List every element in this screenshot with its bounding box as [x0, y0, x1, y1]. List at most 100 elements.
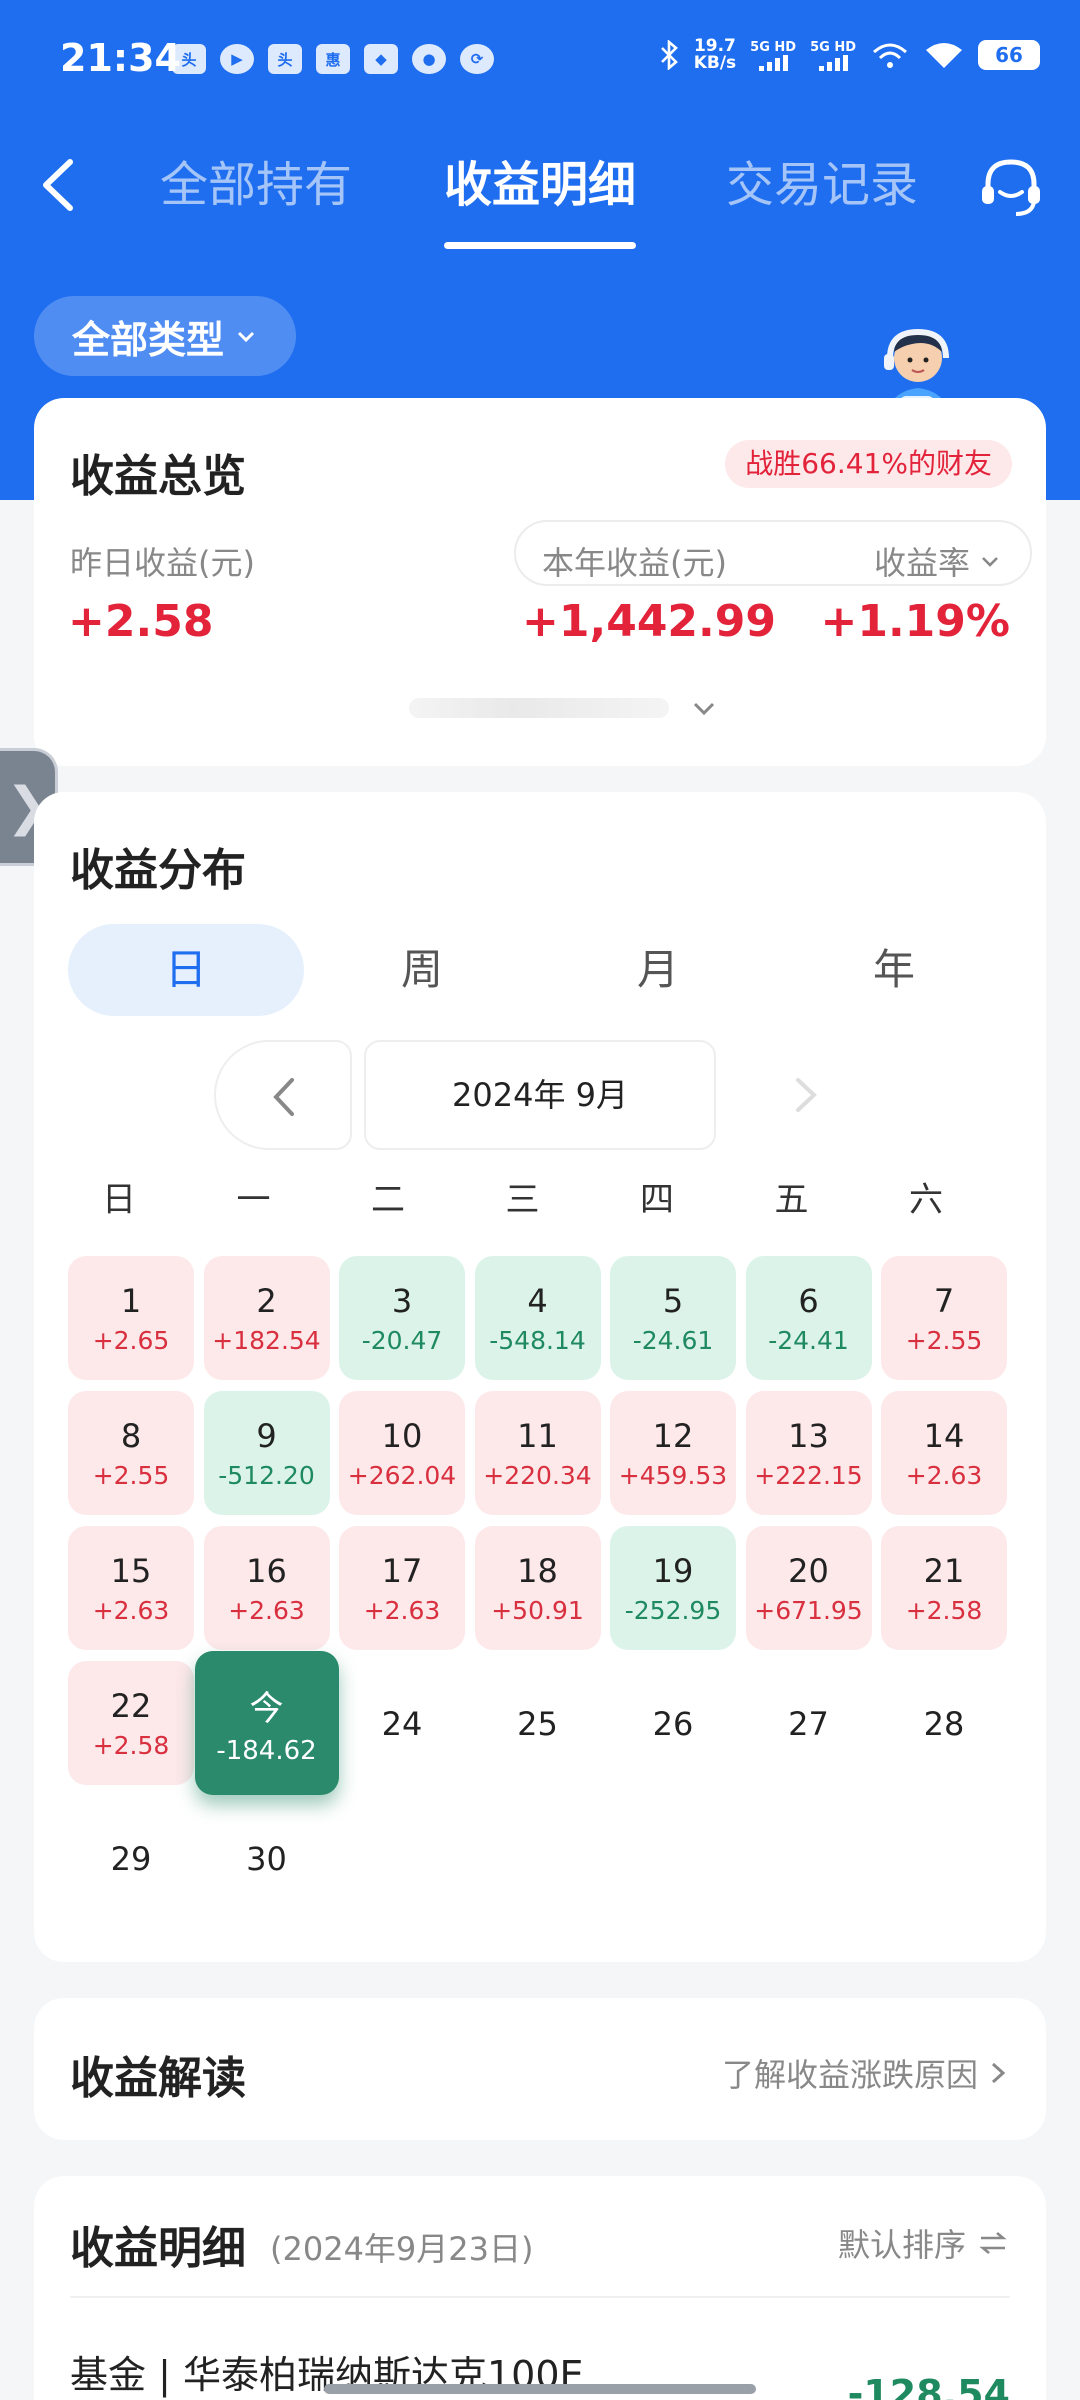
type-filter-dropdown[interactable]: 全部类型	[34, 296, 296, 376]
period-year[interactable]: 年	[776, 924, 1012, 1016]
calendar-day[interactable]: 21 +2.58	[881, 1526, 1007, 1650]
day-number: 4	[527, 1282, 548, 1320]
period-day[interactable]: 日	[68, 924, 304, 1016]
calendar-day[interactable]: 10 +262.04	[339, 1391, 465, 1515]
fund-income-value: -128.54	[847, 2372, 1010, 2400]
calendar-day[interactable]: 5 -24.61	[610, 1256, 736, 1380]
return-rate-dropdown[interactable]: 收益率	[874, 538, 1002, 584]
income-overview-card: 收益总览 战胜66.41%的财友 昨日收益(元) +2.58 本年收益(元) 收…	[34, 398, 1046, 766]
home-indicator[interactable]	[324, 2384, 756, 2394]
calendar-day[interactable]: 27	[746, 1661, 872, 1785]
day-number: 25	[517, 1705, 558, 1743]
calendar-day[interactable]: 15 +2.63	[68, 1526, 194, 1650]
day-income: +2.65	[92, 1326, 170, 1355]
day-number: 29	[110, 1840, 152, 1878]
chevron-right-icon	[796, 1078, 817, 1112]
period-week[interactable]: 周	[304, 924, 540, 1016]
news-app-icon: 头	[172, 44, 206, 74]
calendar-day[interactable]: 19 -252.95	[610, 1526, 736, 1650]
sort-label: 默认排序	[837, 2226, 966, 2264]
signal-1: 5G HD	[750, 40, 796, 71]
interpretation-title: 收益解读	[70, 2053, 246, 2104]
wifi-icon	[926, 43, 962, 68]
overview-expand-toggle[interactable]	[394, 688, 734, 728]
calendar-day[interactable]: 30	[204, 1796, 330, 1920]
period-month[interactable]: 月	[540, 924, 776, 1016]
signal-2: 5G HD	[810, 40, 856, 71]
calendar-day[interactable]: 14 +2.63	[881, 1391, 1007, 1515]
net-speed-unit: KB/s	[693, 53, 737, 73]
interpretation-link-label: 了解收益涨跌原因	[721, 2056, 978, 2094]
day-number: 20	[788, 1552, 829, 1590]
calendar-day[interactable]: 17 +2.63	[339, 1526, 465, 1650]
day-number: 13	[788, 1417, 829, 1455]
calendar-day[interactable]: 7 +2.55	[881, 1256, 1007, 1380]
tab-transactions[interactable]: 交易记录	[726, 150, 918, 220]
interpretation-link[interactable]: 了解收益涨跌原因	[722, 2050, 1008, 2096]
type-filter-label: 全部类型	[71, 317, 224, 362]
active-tab-indicator	[444, 242, 636, 249]
day-number: 15	[110, 1552, 152, 1590]
calendar-day[interactable]: 13 +222.15	[745, 1391, 872, 1515]
calendar-day[interactable]: 16 +2.63	[203, 1526, 330, 1650]
tab-income-detail[interactable]: 收益明细	[444, 150, 636, 220]
calendar-day[interactable]: 3 -20.47	[339, 1256, 465, 1380]
customer-service-button[interactable]	[976, 152, 1046, 222]
calendar-day-today[interactable]: 今 -184.62	[194, 1651, 339, 1795]
calendar-day[interactable]: 8 +2.55	[68, 1391, 194, 1515]
prev-month-button[interactable]	[214, 1040, 352, 1150]
calendar-day[interactable]: 25	[475, 1661, 601, 1785]
period-selector: 日 周 月 年	[68, 924, 1012, 1016]
calendar-day[interactable]: 22 +2.58	[68, 1661, 194, 1785]
calendar-day[interactable]: 26	[610, 1661, 736, 1785]
day-income: +459.53	[618, 1461, 728, 1490]
sort-button[interactable]: 默认排序	[838, 2220, 1008, 2266]
signal-1-label: 5G HD	[750, 39, 797, 55]
rank-badge: 战胜66.41%的财友	[725, 440, 1012, 488]
calendar-day[interactable]: 20 +671.95	[745, 1526, 872, 1650]
calendar-day[interactable]: 1 +2.65	[68, 1256, 194, 1380]
news-app-icon: 头	[268, 44, 302, 74]
day-number: 24	[381, 1705, 423, 1743]
net-speed: 19.7 KB/s	[694, 38, 736, 72]
swap-icon	[979, 2232, 1007, 2254]
bluetooth-icon	[660, 40, 678, 70]
day-income: -184.62	[216, 1736, 317, 1766]
back-button[interactable]	[30, 150, 90, 220]
overview-title: 收益总览	[70, 451, 246, 502]
tab-all-holdings[interactable]: 全部持有	[160, 150, 352, 220]
current-month[interactable]: 2024年 9月	[364, 1040, 716, 1150]
hotspot-icon	[873, 43, 907, 68]
calendar-day[interactable]: 12 +459.53	[610, 1391, 736, 1515]
headset-icon	[982, 159, 1040, 216]
weekday-label: 二	[371, 1180, 405, 1220]
day-number: 21	[923, 1552, 965, 1590]
day-number: 12	[652, 1417, 694, 1455]
calendar-day[interactable]: 18 +50.91	[474, 1526, 601, 1650]
day-number: 7	[933, 1282, 955, 1320]
signal-2-label: 5G HD	[810, 39, 856, 55]
shopping-app-icon: 惠	[316, 44, 350, 74]
day-number: 27	[788, 1705, 829, 1743]
day-income: +222.15	[754, 1461, 863, 1490]
calendar-day[interactable]: 29	[68, 1796, 194, 1920]
next-month-button[interactable]	[770, 1060, 840, 1130]
detail-date: (2024年9月23日)	[270, 2230, 534, 2268]
blurred-chart-placeholder	[409, 698, 669, 718]
income-interpretation-card[interactable]: 收益解读 了解收益涨跌原因	[34, 1998, 1046, 2140]
chevron-down-icon	[237, 331, 255, 343]
calendar-day[interactable]: 2 +182.54	[203, 1256, 330, 1380]
calendar-day[interactable]: 11 +220.34	[474, 1391, 601, 1515]
calendar-day[interactable]: 24	[339, 1661, 465, 1785]
signal-bars-icon	[818, 54, 848, 71]
calendar-day[interactable]: 28	[881, 1661, 1007, 1785]
day-income: +50.91	[491, 1596, 584, 1625]
day-number: 5	[662, 1282, 684, 1320]
signal-bars-icon	[758, 54, 788, 71]
day-income: +2.55	[92, 1461, 170, 1490]
calendar-day[interactable]: 9 -512.20	[203, 1391, 330, 1515]
day-income: -252.95	[624, 1596, 722, 1625]
chevron-down-icon	[982, 557, 998, 567]
calendar-day[interactable]: 6 -24.41	[745, 1256, 872, 1380]
calendar-day[interactable]: 4 -548.14	[474, 1256, 601, 1380]
